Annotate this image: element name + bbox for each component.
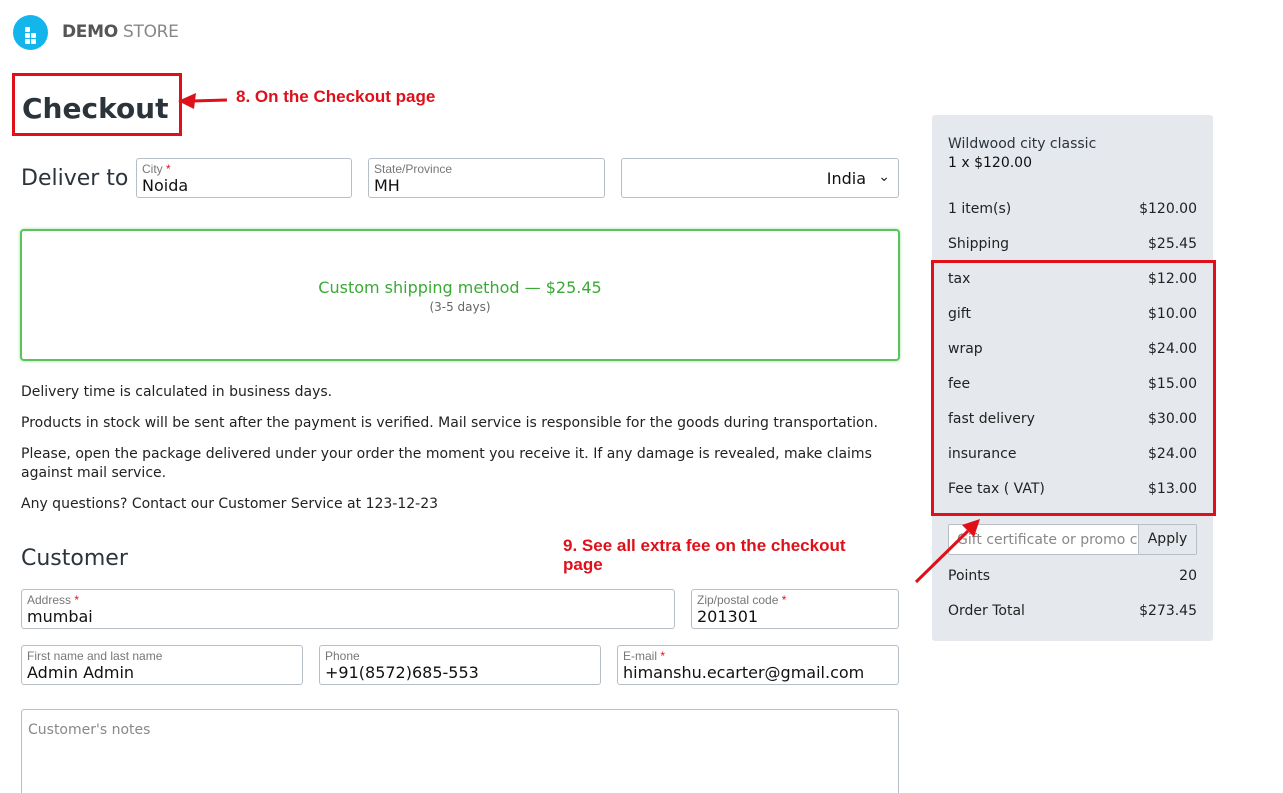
name-field-value: Admin Admin (27, 663, 135, 682)
order-total-row: Order Total $273.45 (948, 603, 1197, 619)
address-field[interactable]: Address * mumbai (21, 589, 675, 629)
phone-field-value: +91(8572)685-553 (325, 663, 479, 682)
delivery-info-1: Delivery time is calculated in business … (21, 384, 333, 400)
chevron-down-icon: ⌄ (878, 169, 890, 185)
city-field-value: Noida (142, 176, 189, 195)
state-field-label: State/Province (374, 162, 453, 176)
annotation-box-title (12, 73, 182, 136)
promo-code-group: Gift certificate or promo code Apply (948, 524, 1197, 555)
phone-field-label: Phone (325, 649, 360, 663)
arrow-step8 (178, 93, 228, 109)
product-qty: 1 x $120.00 (948, 155, 1032, 171)
shipping-method-eta: (3-5 days) (429, 300, 491, 314)
delivery-info-2: Products in stock will be sent after the… (21, 415, 878, 431)
points-row: Points 20 (948, 568, 1197, 584)
name-field[interactable]: First name and last name Admin Admin (21, 645, 303, 685)
delivery-info-3: Please, open the package delivered under… (21, 446, 872, 481)
customer-notes-placeholder: Customer's notes (28, 722, 151, 738)
address-field-label: Address * (27, 593, 80, 607)
summary-row: 1 item(s) $120.00 (948, 201, 1197, 217)
product-name[interactable]: Wildwood city classic (948, 136, 1096, 152)
customer-notes-textarea[interactable]: Customer's notes (21, 709, 899, 793)
summary-row: Shipping $25.45 (948, 236, 1197, 252)
store-logo-icon[interactable] (13, 15, 48, 50)
customer-label: Customer (21, 546, 128, 571)
deliver-to-label: Deliver to (21, 166, 129, 191)
zip-field-value: 201301 (697, 607, 759, 626)
brand-light: STORE (123, 22, 179, 42)
zip-field-label: Zip/postal code * (697, 593, 787, 607)
store-brand[interactable]: DEMO STORE (62, 22, 179, 42)
state-field[interactable]: State/Province MH (368, 158, 605, 198)
apply-button[interactable]: Apply (1138, 525, 1196, 554)
brand-bold: DEMO (62, 22, 118, 42)
zip-field[interactable]: Zip/postal code * 201301 (691, 589, 899, 629)
annotation-step9-line1: 9. See all extra fee on the checkout (563, 536, 846, 555)
delivery-info-4: Any questions? Contact our Customer Serv… (21, 496, 439, 512)
city-field[interactable]: City * Noida (136, 158, 352, 198)
country-select-value: India (826, 169, 866, 188)
email-field[interactable]: E-mail * himanshu.ecarter@gmail.com (617, 645, 899, 685)
annotation-step9: 9. See all extra fee on the checkout pag… (563, 536, 846, 574)
annotation-step8: 8. On the Checkout page (236, 87, 436, 106)
shipping-method-title: Custom shipping method — $25.45 (318, 278, 602, 297)
city-field-label: City * (142, 162, 171, 176)
state-field-value: MH (374, 176, 400, 195)
annotation-step9-line2: page (563, 555, 603, 574)
promo-code-input[interactable]: Gift certificate or promo code (957, 532, 1164, 548)
name-field-label: First name and last name (27, 649, 163, 663)
address-field-value: mumbai (27, 607, 93, 626)
phone-field[interactable]: Phone +91(8572)685-553 (319, 645, 601, 685)
shipping-method-option[interactable]: Custom shipping method — $25.45 (3-5 day… (20, 229, 900, 361)
annotation-box-fees (931, 260, 1216, 516)
email-field-value: himanshu.ecarter@gmail.com (623, 663, 865, 682)
email-field-label: E-mail * (623, 649, 666, 663)
country-select[interactable]: India ⌄ (621, 158, 899, 198)
